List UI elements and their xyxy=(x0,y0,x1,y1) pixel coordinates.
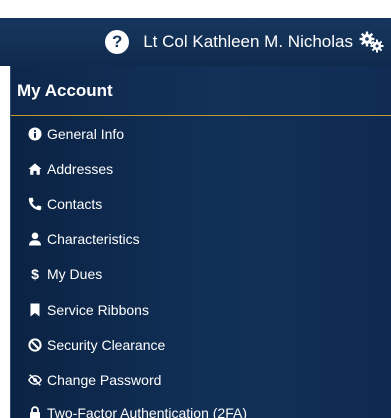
menu-item-change-password[interactable]: Change Password xyxy=(11,362,391,397)
menu-item-addresses[interactable]: Addresses xyxy=(11,151,391,186)
user-name[interactable]: Lt Col Kathleen M. Nicholas xyxy=(143,32,353,52)
lock-icon xyxy=(28,405,42,418)
menu-item-label: Addresses xyxy=(47,160,114,177)
menu-title: My Account xyxy=(11,66,391,116)
menu-item-label: Characteristics xyxy=(47,231,140,248)
menu-item-label: Security Clearance xyxy=(47,336,166,353)
info-circle-icon xyxy=(28,127,42,141)
menu-item-general-info[interactable]: General Info xyxy=(11,116,391,151)
ban-icon xyxy=(28,338,42,352)
home-icon xyxy=(28,162,42,176)
gear-icon[interactable] xyxy=(359,30,385,54)
menu-item-two-factor-auth[interactable]: Two-Factor Authentication (2FA) xyxy=(11,398,391,418)
eye-slash-icon xyxy=(28,373,42,387)
account-menu: My Account General Info Addresses Contac… xyxy=(10,66,391,418)
user-icon xyxy=(28,232,42,246)
phone-icon xyxy=(28,197,42,211)
help-icon[interactable]: ? xyxy=(105,30,130,54)
menu-item-label: Contacts xyxy=(47,195,103,212)
menu-item-service-ribbons[interactable]: Service Ribbons xyxy=(11,292,391,327)
menu-item-security-clearance[interactable]: Security Clearance xyxy=(11,327,391,362)
menu-item-my-dues[interactable]: $ My Dues xyxy=(11,257,391,292)
account-header: ? Lt Col Kathleen M. Nicholas xyxy=(0,18,391,66)
menu-item-label: Service Ribbons xyxy=(47,301,149,318)
menu-item-label: My Dues xyxy=(47,266,103,283)
menu-item-contacts[interactable]: Contacts xyxy=(11,186,391,221)
menu-item-label: General Info xyxy=(47,125,125,142)
top-whitespace xyxy=(0,0,391,18)
page-left-edge xyxy=(0,66,10,418)
bookmark-icon xyxy=(28,303,42,317)
menu-item-label: Change Password xyxy=(47,371,162,388)
menu-item-label: Two-Factor Authentication (2FA) xyxy=(47,404,247,418)
menu-item-characteristics[interactable]: Characteristics xyxy=(11,222,391,257)
dollar-icon: $ xyxy=(31,266,39,283)
